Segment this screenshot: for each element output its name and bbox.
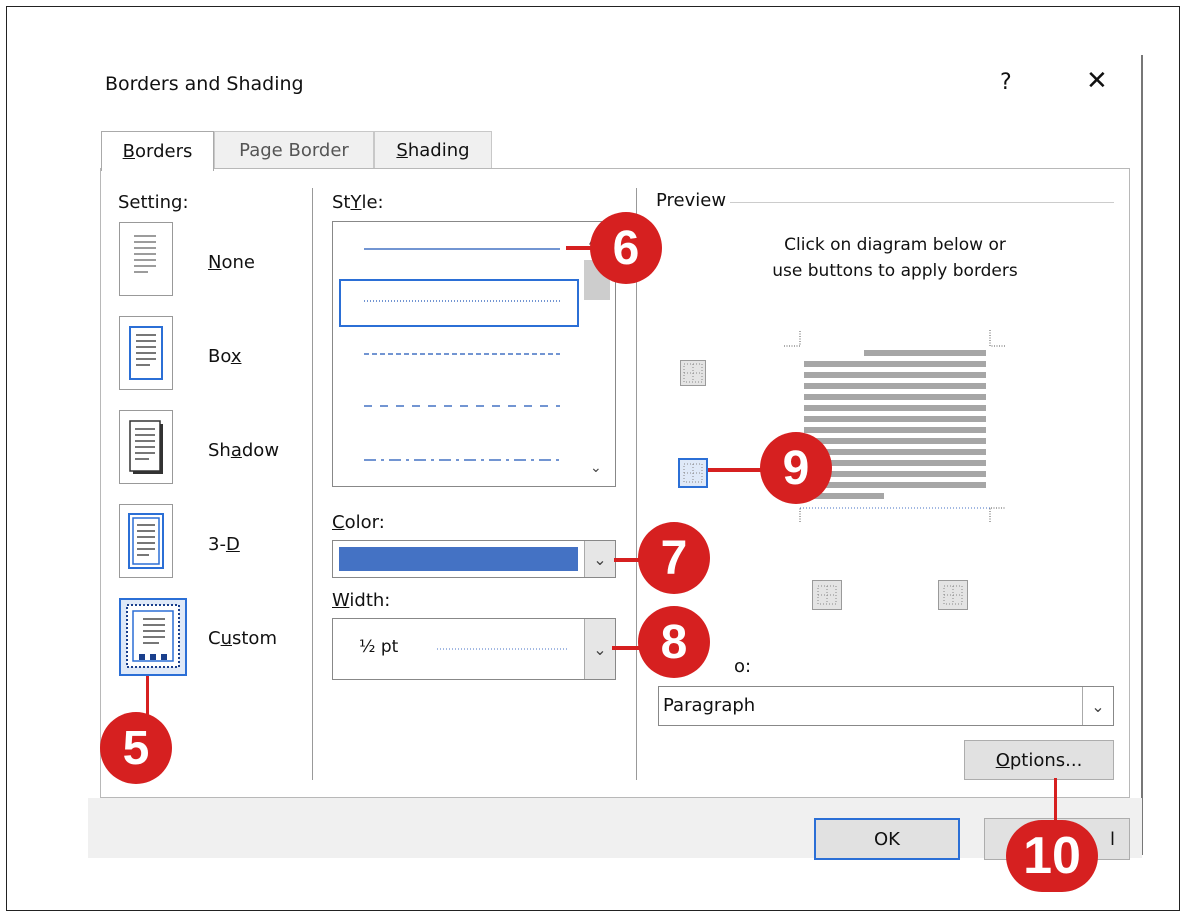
chevron-down-icon[interactable]: ⌄ [584,619,615,679]
tab-shading[interactable]: Shading [374,131,492,169]
color-dropdown[interactable]: ⌄ [332,540,616,578]
callout-10: 10 [1006,820,1098,892]
width-dropdown[interactable]: ½ pt ⌄ [332,618,616,680]
preview-label: Preview [656,190,731,211]
separator-left [312,188,313,780]
chevron-down-icon[interactable]: ⌄ [1082,687,1113,725]
top-border-icon [683,363,703,383]
preview-instructions: Click on diagram below or use buttons to… [720,232,1070,284]
callout-10-pointer [1054,778,1057,824]
setting-custom-label[interactable]: Custom [208,628,277,649]
style-label: StYle: [332,192,384,213]
apply-to-label: o: [734,656,752,677]
tab-borders-accel: B [122,141,135,162]
setting-none-icon [134,235,156,273]
tab-shading-accel: S [396,139,408,161]
bottom-border-button[interactable] [678,458,708,488]
apply-to-value: Paragraph [663,695,756,716]
width-sample-line [437,648,567,650]
preview-instruction-line1: Click on diagram below or [784,235,1006,255]
scroll-down-icon[interactable]: ⌄ [590,460,602,476]
setting-label: Setting: [118,192,189,213]
window-edge [1141,55,1143,855]
tab-borders-label: orders [134,141,193,162]
callout-5-pointer [146,676,149,716]
width-label: Width: [332,590,391,611]
setting-shadow-icon [129,420,163,474]
top-border-button[interactable] [680,360,706,386]
callout-7: 7 [638,522,710,594]
setting-custom-icon [126,604,180,668]
tab-page-border[interactable]: Page Border [214,131,374,169]
tab-page-border-label: Page Border [239,139,349,161]
callout-5: 5 [100,712,172,784]
callout-8: 8 [638,606,710,678]
callout-9-pointer [708,468,768,472]
style-lines [339,248,579,461]
callout-9: 9 [760,432,832,504]
width-value: ½ pt [359,637,399,657]
bottom-border-icon [683,463,703,483]
help-button[interactable]: ? [1000,70,1012,95]
color-swatch [339,547,578,571]
options-button[interactable]: Options... [964,740,1114,780]
dialog-title: Borders and Shading [105,73,304,95]
tab-shading-label: hading [407,139,470,161]
color-label: Color: [332,512,385,533]
setting-shadow-label[interactable]: Shadow [208,440,279,461]
close-button[interactable]: ✕ [1086,66,1108,96]
setting-3d-icon [128,513,164,569]
setting-custom-thumb[interactable] [119,598,187,676]
setting-box-label[interactable]: Box [208,346,241,367]
setting-none-label[interactable]: None [208,252,255,273]
setting-3d-label[interactable]: 3-D [208,534,240,555]
setting-shadow-thumb[interactable] [119,410,173,484]
chevron-down-icon[interactable]: ⌄ [584,541,615,577]
left-border-button[interactable] [812,580,842,610]
left-border-icon [817,585,837,605]
right-border-button[interactable] [938,580,968,610]
preview-instruction-line2: use buttons to apply borders [772,261,1018,281]
ok-button[interactable]: OK [814,818,960,860]
setting-none-thumb[interactable] [119,222,173,296]
style-line-selected-frame [339,279,579,327]
setting-box-icon [129,326,163,380]
setting-3d-thumb[interactable] [119,504,173,578]
apply-to-dropdown[interactable]: Paragraph ⌄ [658,686,1114,726]
right-border-icon [943,585,963,605]
callout-6: 6 [590,212,662,284]
tab-borders[interactable]: Borders [101,131,214,171]
setting-box-thumb[interactable] [119,316,173,390]
